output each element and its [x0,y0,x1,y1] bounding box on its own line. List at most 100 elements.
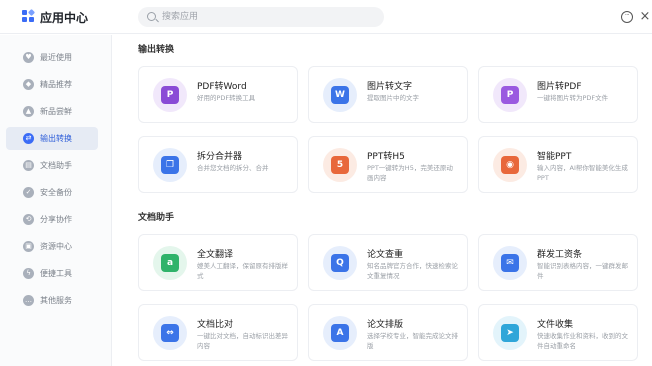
shield-icon: ✓ [23,187,34,198]
sidebar-item-label: 其他服务 [40,296,72,305]
app-title: 应用中心 [40,11,89,25]
sidebar-item-label: 便捷工具 [40,269,72,278]
card-description: 知名品牌官方合作，快速检索论文重复情况 [367,262,458,280]
plagiarism-check-icon: Q [323,246,357,280]
card-description: 智能识别表格内容，一键群发邮件 [537,262,628,280]
card-title: 文档比对 [197,320,234,330]
card-glyph: Q [331,254,349,272]
more-icon: … [23,295,34,306]
sidebar-item-label: 安全备份 [40,188,72,197]
card-description: 好用的PDF转换工具 [197,94,256,102]
card-description: 一键将图片转为PDF文件 [537,94,609,102]
card-glyph: P [161,86,179,104]
card-description: 选择学校专业，智能完成论文排版 [367,332,458,350]
card-title: PDF转Word [197,82,247,92]
convert-icon: ⇄ [23,133,34,144]
card-title: 群发工资条 [537,250,583,260]
translate-icon: a [153,246,187,280]
app-card[interactable]: ◉ 智能PPT 输入内容，AI帮你智能美化生成PPT [478,136,638,193]
card-title: 图片转文字 [367,82,413,92]
card-description: 媲美人工翻译，保留原有排版样式 [197,262,288,280]
app-card[interactable]: P PDF转Word 好用的PDF转换工具 [138,66,298,123]
sidebar-item[interactable]: ϟ 便捷工具 [6,262,98,285]
card-title: 文件收集 [537,320,574,330]
sidebar-item[interactable]: ▲ 新品尝鲜 [6,100,98,123]
sidebar-item[interactable]: ▣ 资源中心 [6,235,98,258]
image-to-text-icon: W [323,78,357,112]
payslip-icon: ✉ [493,246,527,280]
card-glyph: a [161,254,179,272]
card-description: 一键比对文档，自动标识出差异内容 [197,332,288,350]
share-icon: ⟲ [23,214,34,225]
flame-icon: ▲ [23,106,34,117]
card-glyph: ✉ [501,254,519,272]
folder-icon: ▣ [23,241,34,252]
diamond-icon: ◆ [23,79,34,90]
close-icon[interactable]: × [639,10,651,23]
card-title: 论文排版 [367,320,404,330]
app-card[interactable]: a 全文翻译媲美人工翻译，保留原有排版样式 [138,234,298,291]
sidebar-item-label: 文档助手 [40,161,72,170]
card-glyph: ◉ [501,156,519,174]
app-card[interactable]: A 论文排版选择学校专业，智能完成论文排版 [308,304,468,361]
card-glyph: W [331,86,349,104]
image-to-pdf-icon: P [493,78,527,112]
sidebar-item[interactable]: ▤ 文档助手 [6,154,98,177]
card-title: 拆分合并器 [197,152,243,162]
document-icon: ▤ [23,160,34,171]
card-description: PPT一键转为H5，完美还原动画内容 [367,164,453,182]
app-card[interactable]: P 图片转PDF 一键将图片转为PDF文件 [478,66,638,123]
app-card[interactable]: W 图片转文字提取图片中的文字 [308,66,468,123]
search-input[interactable] [162,10,372,24]
sidebar-item-label: 精品推荐 [40,80,72,89]
sidebar-item[interactable]: ✓ 安全备份 [6,181,98,204]
sidebar-item[interactable]: ⟲ 分享协作 [6,208,98,231]
sidebar-item-label: 新品尝鲜 [40,107,72,116]
section-title-document-assistant: 文档助手 [138,213,175,223]
card-title: 图片转PDF [537,82,582,92]
card-title: 智能PPT [537,152,572,162]
sidebar-item[interactable]: … 其他服务 [6,289,98,312]
sidebar-item-label: 分享协作 [40,215,72,224]
thesis-format-icon: A [323,316,357,350]
sidebar-item-label: 资源中心 [40,242,72,251]
card-title: 全文翻译 [197,250,234,260]
app-center-logo-icon [22,8,36,23]
card-title: 论文查重 [367,250,404,260]
card-glyph: 5 [331,156,349,174]
app-card[interactable]: ⇔ 文档比对一键比对文档，自动标识出差异内容 [138,304,298,361]
card-description: 合并您文档的拆分、合并 [197,164,269,172]
card-glyph: ➤ [501,324,519,342]
card-glyph: ⇔ [161,324,179,342]
lightning-icon: ϟ [23,268,34,279]
sidebar-item[interactable]: ♥ 最近使用 [6,46,98,69]
pdf-to-word-icon: P [153,78,187,112]
sidebar-item-label: 输出转换 [40,134,72,143]
app-card[interactable]: 5 PPT转H5 PPT一键转为H5，完美还原动画内容 [308,136,468,193]
sidebar-item[interactable]: ◆ 精品推荐 [6,73,98,96]
card-glyph: ❐ [161,156,179,174]
app-card[interactable]: ➤ 文件收集快速收集作业和资料，收到的文件自动重命名 [478,304,638,361]
chat-icon[interactable]: ··· [621,11,633,23]
smart-ppt-icon: ◉ [493,148,527,182]
card-glyph: A [331,324,349,342]
search-box[interactable] [138,7,384,27]
heart-icon: ♥ [23,52,34,63]
card-description: 输入内容，AI帮你智能美化生成PPT [537,164,628,182]
card-description: 快速收集作业和资料，收到的文件自动重命名 [537,332,628,350]
sidebar-item-label: 最近使用 [40,53,72,62]
app-card[interactable]: ✉ 群发工资条智能识别表格内容，一键群发邮件 [478,234,638,291]
ppt-to-h5-icon: 5 [323,148,357,182]
split-merge-icon: ❐ [153,148,187,182]
card-title: PPT转H5 [367,152,405,162]
file-collect-icon: ➤ [493,316,527,350]
app-card[interactable]: Q 论文查重知名品牌官方合作，快速检索论文重复情况 [308,234,468,291]
app-card[interactable]: ❐ 拆分合并器合并您文档的拆分、合并 [138,136,298,193]
sidebar: ♥ 最近使用 ◆ 精品推荐 ▲ 新品尝鲜 ⇄ 输出转换 ▤ 文档助手 ✓ 安全备份 ⟲ 分享协作 ▣ 资源中心… [0,35,112,366]
card-glyph: P [501,86,519,104]
search-icon [147,12,156,21]
section-title-output-convert: 输出转换 [138,45,175,55]
sidebar-item[interactable]: ⇄ 输出转换 [6,127,98,150]
top-bar: 应用中心 ··· × [0,0,652,34]
card-description: 提取图片中的文字 [367,94,419,102]
